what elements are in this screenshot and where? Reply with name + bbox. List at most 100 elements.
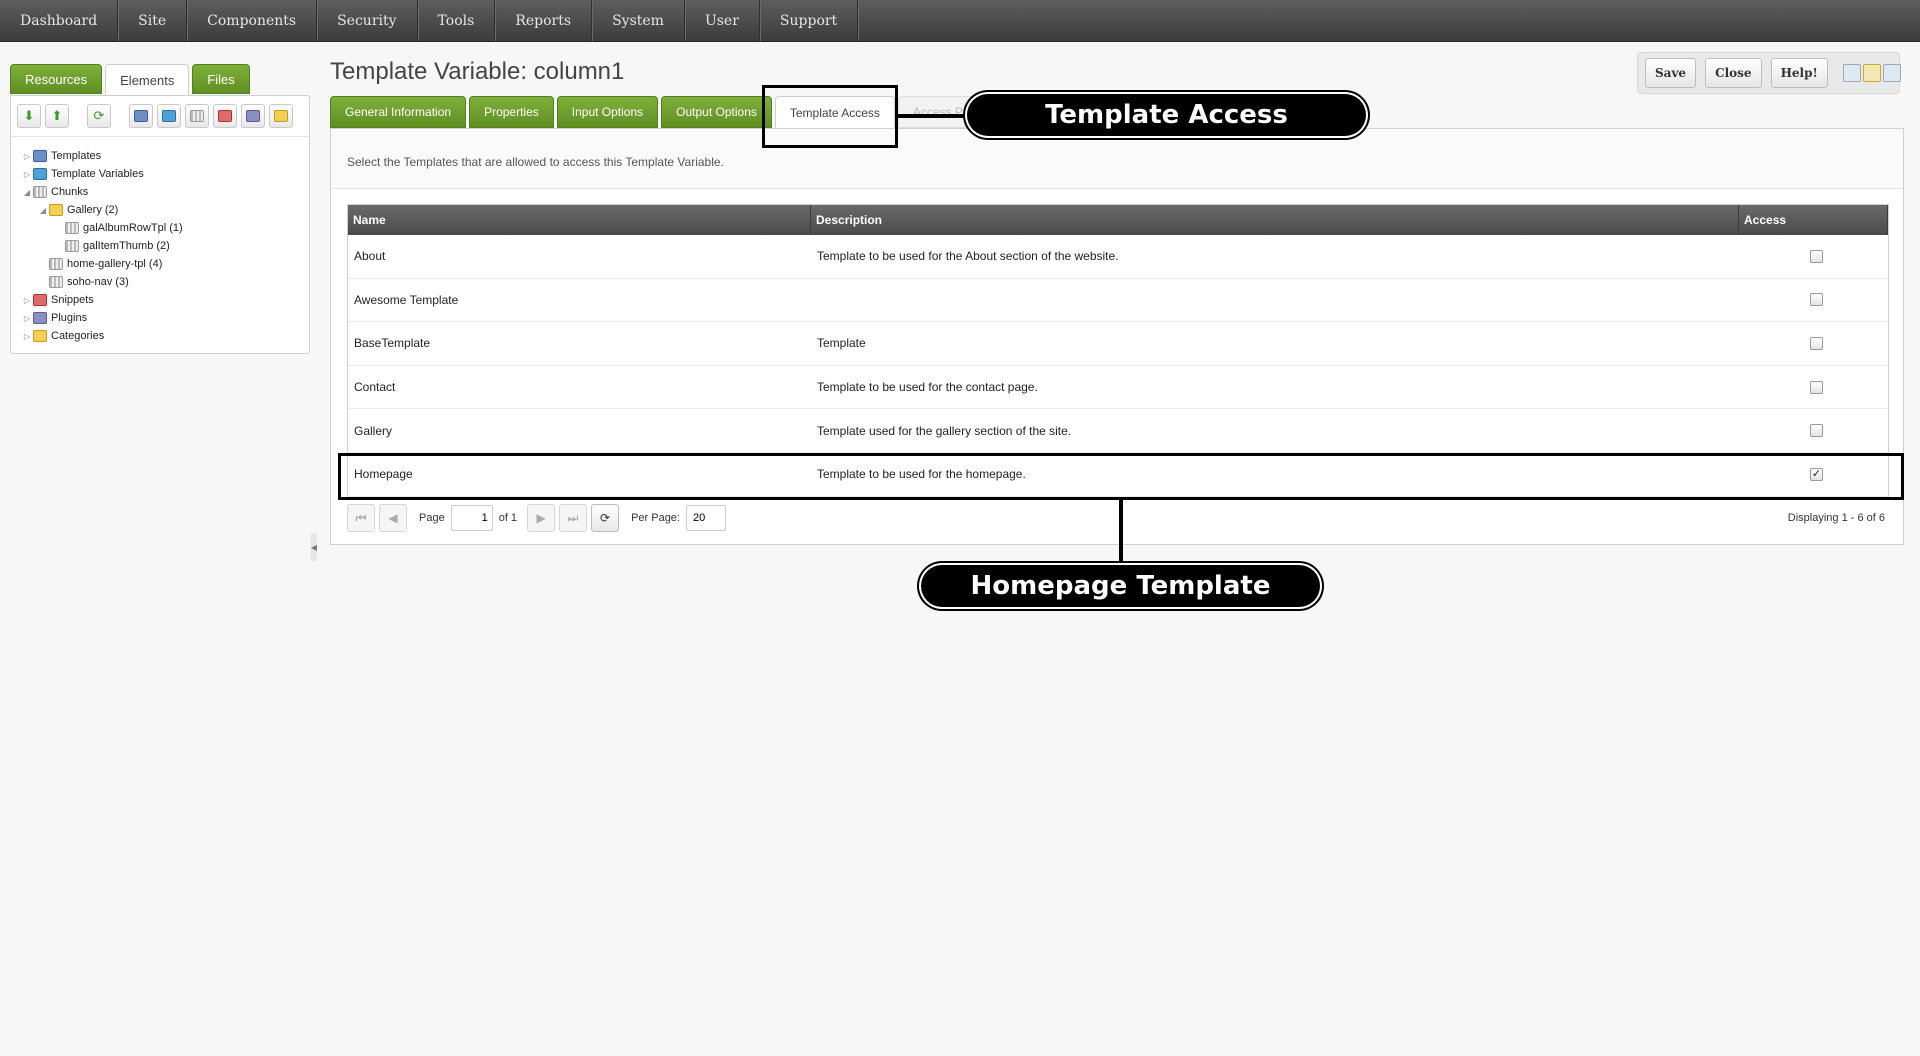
tree-item-label: Template Variables (51, 168, 144, 180)
tree-item-label: home-gallery-tpl (4) (67, 258, 163, 270)
new-tv-icon[interactable] (157, 104, 181, 128)
table-row[interactable]: About Template to be used for the About … (348, 235, 1888, 279)
expand-icon[interactable]: ▷ (21, 170, 33, 179)
expand-icon[interactable]: ▷ (21, 332, 33, 341)
tree-item-plugins[interactable]: ▷ Plugins (21, 309, 309, 327)
tree-item-label: Snippets (51, 294, 94, 306)
collapse-sidebar-handle[interactable]: ◀ (311, 533, 317, 561)
access-checkbox[interactable] (1810, 424, 1823, 438)
close-button[interactable]: Close (1705, 58, 1762, 88)
refresh-icon[interactable]: ⟳ (591, 504, 620, 532)
prev-page-icon[interactable]: ◀ (379, 504, 407, 532)
new-template-icon[interactable] (129, 104, 153, 128)
new-plugin-icon[interactable] (241, 104, 265, 128)
access-checkbox[interactable] (1810, 336, 1823, 350)
refresh-icon[interactable]: ⟳ (87, 104, 111, 128)
collapse-icon[interactable]: ◢ (21, 188, 33, 197)
tree-item-label: Plugins (51, 312, 88, 324)
arrow-down-icon[interactable]: ⬇ (17, 104, 41, 128)
elements-toolbar: ⬇ ⬆ ⟳ (11, 96, 309, 137)
new-category-icon[interactable] (269, 104, 293, 128)
expand-icon[interactable]: ▷ (21, 296, 33, 305)
expand-icon[interactable]: ▷ (21, 314, 33, 323)
tree-item-gallery-category[interactable]: ◢ Gallery (2) (21, 201, 309, 219)
cell-description: Template to be used for the About sectio… (817, 249, 1119, 264)
elements-panel: ⬇ ⬆ ⟳ ▷ Templates ▷ Template Variables ◢… (10, 95, 310, 354)
nav-support[interactable]: Support (760, 0, 859, 41)
cell-access (1739, 235, 1888, 278)
collapse-icon[interactable]: ◢ (37, 206, 49, 215)
tab-files[interactable]: Files (192, 64, 250, 94)
tree-item-galalbumrowtpl[interactable]: galAlbumRowTpl (1) (21, 219, 309, 237)
access-checkbox[interactable] (1810, 380, 1823, 394)
tv-icon (33, 168, 47, 180)
table-row[interactable]: Contact Template to be used for the cont… (348, 366, 1888, 410)
nav-security[interactable]: Security (317, 0, 418, 41)
column-header-access[interactable]: Access (1739, 205, 1888, 235)
tree-item-label: galAlbumRowTpl (1) (83, 222, 183, 234)
tab-elements[interactable]: Elements (105, 64, 190, 96)
tab-resources[interactable]: Resources (10, 64, 103, 94)
tree-item-chunks[interactable]: ◢ Chunks (21, 183, 309, 201)
tree-item-label: Templates (51, 150, 102, 162)
layout-split-icon[interactable] (1842, 64, 1861, 82)
nav-user[interactable]: User (685, 0, 760, 41)
table-row[interactable]: Awesome Template (348, 279, 1888, 323)
tree-item-label: Chunks (51, 186, 89, 198)
homepage-row-highlight (338, 453, 1904, 500)
new-snippet-icon[interactable] (213, 104, 237, 128)
layout-full-icon[interactable] (1882, 64, 1901, 82)
tree-item-galitemthumb[interactable]: galItemThumb (2) (21, 237, 309, 255)
homepage-template-callout: Homepage Template (921, 565, 1320, 607)
nav-tools[interactable]: Tools (418, 0, 496, 41)
tab-input-options[interactable]: Input Options (556, 96, 659, 128)
tab-general-information[interactable]: General Information (330, 96, 467, 128)
cell-description: Template (817, 336, 866, 351)
nav-dashboard[interactable]: Dashboard (0, 0, 119, 41)
page-number-input[interactable] (450, 505, 493, 531)
tab-output-options[interactable]: Output Options (661, 96, 772, 128)
new-chunk-icon[interactable] (185, 104, 209, 128)
nav-site[interactable]: Site (118, 0, 188, 41)
chunk-icon (49, 258, 63, 270)
expand-icon[interactable]: ▷ (21, 152, 33, 161)
panel-description: Select the Templates that are allowed to… (331, 129, 1903, 189)
table-row[interactable]: BaseTemplate Template (348, 322, 1888, 366)
tree-item-categories[interactable]: ▷ Categories (21, 327, 309, 345)
cell-access (1739, 409, 1888, 452)
tree-item-templates[interactable]: ▷ Templates (21, 147, 309, 165)
column-header-description[interactable]: Description (811, 205, 1739, 235)
cell-name: About (354, 249, 386, 264)
column-header-name[interactable]: Name (348, 205, 811, 235)
chunk-icon (33, 186, 47, 198)
per-page-label: Per Page: (631, 512, 680, 524)
layout-tabs-icon[interactable] (1862, 64, 1881, 82)
nav-components[interactable]: Components (187, 0, 318, 41)
folder-icon (33, 330, 47, 342)
next-page-icon[interactable]: ▶ (527, 504, 556, 532)
tree-item-template-variables[interactable]: ▷ Template Variables (21, 165, 309, 183)
tab-properties[interactable]: Properties (469, 96, 554, 128)
cell-access (1739, 366, 1888, 409)
action-bar: Save Close Help! (1637, 52, 1901, 94)
nav-reports[interactable]: Reports (495, 0, 593, 41)
template-access-highlight (762, 85, 898, 148)
callout-connector (1119, 499, 1123, 565)
table-row[interactable]: Gallery Template used for the gallery se… (348, 409, 1888, 453)
first-page-icon[interactable]: ⏮ (347, 504, 375, 532)
tree-item-snippets[interactable]: ▷ Snippets (21, 291, 309, 309)
help-button[interactable]: Help! (1770, 58, 1828, 88)
tree-item-home-gallery-tpl[interactable]: home-gallery-tpl (4) (21, 255, 309, 273)
access-checkbox[interactable] (1810, 293, 1823, 307)
last-page-icon[interactable]: ⏭ (559, 504, 588, 532)
tree-item-label: galItemThumb (2) (83, 240, 170, 252)
access-checkbox[interactable] (1810, 249, 1823, 263)
arrow-up-icon[interactable]: ⬆ (45, 104, 69, 128)
nav-system[interactable]: System (592, 0, 685, 41)
tree-item-soho-nav[interactable]: soho-nav (3) (21, 273, 309, 291)
per-page-input[interactable] (685, 505, 726, 531)
save-button[interactable]: Save (1645, 58, 1697, 88)
folder-icon (49, 204, 63, 216)
chunk-icon (65, 222, 79, 234)
display-count: Displaying 1 - 6 of 6 (1787, 512, 1885, 524)
